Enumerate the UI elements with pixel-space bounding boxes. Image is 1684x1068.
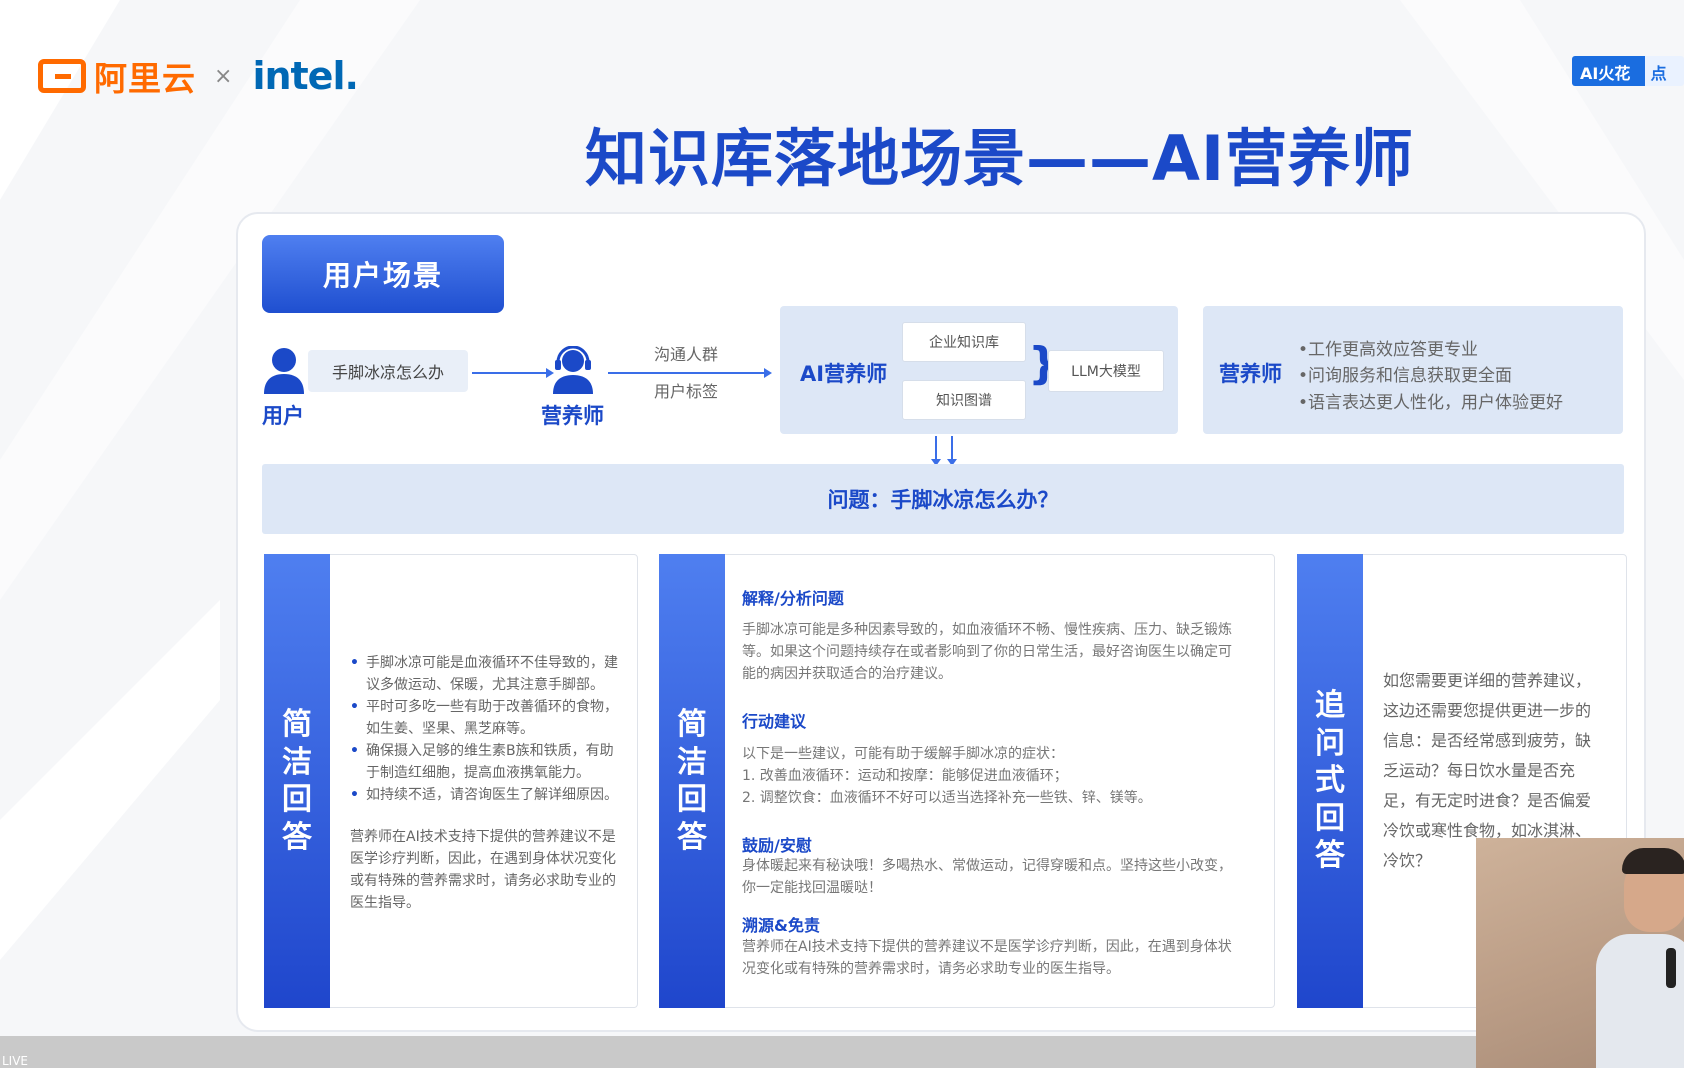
slide-title: 知识库落地场景——AI营养师 — [585, 122, 1415, 195]
aliyun-intel-logo: 阿里云 × intel. — [38, 52, 359, 100]
side-char: 答 — [282, 819, 312, 855]
list-item: 手脚冰凉可能是血液循环不佳导致的，建议多做运动、保暖，尤其注意手脚部。 — [350, 652, 625, 696]
nutritionist-benefits-title: 营养师 — [1219, 362, 1282, 386]
list-item: 如持续不适，请咨询医生了解详细原因。 — [350, 784, 625, 806]
section-body-analysis: 手脚冰凉可能是多种因素导致的，如血液循环不畅、慢性疾病、压力、缺乏锻炼等。如果这… — [742, 622, 1232, 682]
section-body-actions-1: 1. 改善血液循环：运动和按摩：能够促进血液循环； — [742, 768, 1068, 784]
section-body-disclaimer: 营养师在AI技术支持下提供的营养建议不是医学诊疗判断，因此，在遇到身体状况变化或… — [742, 939, 1232, 977]
tag-user-labels: 用户标签 — [654, 382, 719, 401]
arrow-user-to-nutritionist — [472, 368, 554, 378]
enterprise-knowledge-base-box: 企业知识库 — [902, 322, 1026, 362]
section-heading-actions: 行动建议 — [742, 712, 807, 731]
section-heading-encouragement: 鼓励/安慰 — [742, 836, 812, 855]
microphone-icon — [1666, 948, 1676, 988]
benefit-item: •语言表达更人性化，用户体验更好 — [1298, 393, 1564, 413]
question-bar: 问题：手脚冰凉怎么办？ — [262, 464, 1624, 534]
side-char: 洁 — [677, 744, 707, 780]
side-char: 洁 — [282, 744, 312, 780]
side-char: 问 — [1315, 725, 1345, 761]
nutritionist-label: 营养师 — [541, 404, 604, 428]
section-body-actions-intro: 以下是一些建议，可能有助于缓解手脚冰凉的症状： — [742, 746, 1064, 762]
side-char: 回 — [677, 782, 707, 817]
knowledge-graph-box: 知识图谱 — [902, 380, 1026, 420]
aliyun-logo-text: 阿里云 — [94, 59, 196, 98]
badge-right-text: 点亮 — [1644, 56, 1684, 86]
benefit-item: •工作更高效应答更专业 — [1298, 340, 1479, 360]
section-body-actions-2: 2. 调整饮食：血液循环不好可以适当选择补充一些铁、锌、镁等。 — [742, 790, 1152, 806]
side-char: 式 — [1315, 763, 1345, 799]
section-heading-disclaimer: 溯源&免责 — [742, 916, 820, 935]
user-scene-tab: 用户场景 — [262, 235, 504, 313]
section-heading-analysis: 解释/分析问题 — [742, 589, 844, 608]
nutritionist-headset-icon — [553, 346, 593, 394]
ai-nutritionist-title: AI营养师 — [800, 362, 888, 386]
down-arrow-icon — [947, 436, 957, 466]
ai-spark-badge: AI火花会 点亮 — [1572, 56, 1684, 86]
live-indicator: LIVE — [2, 1054, 29, 1068]
side-char: 回 — [1315, 800, 1345, 836]
aliyun-logo-icon — [38, 59, 86, 93]
benefit-item: •问询服务和信息获取更全面 — [1298, 366, 1513, 386]
down-arrow-icon — [931, 436, 941, 466]
user-label: 用户 — [262, 404, 304, 428]
side-char: 简 — [282, 707, 312, 742]
speaker-hair — [1622, 848, 1684, 874]
user-icon — [264, 348, 304, 394]
arrow-nutritionist-to-ai — [608, 368, 772, 378]
concise-answer-bullets: 手脚冰凉可能是血液循环不佳导致的，建议多做运动、保暖，尤其注意手脚部。 平时可多… — [350, 652, 625, 806]
side-char: 答 — [1315, 838, 1345, 874]
answer-side-label-concise-2: 简 洁 回 答 — [659, 554, 725, 1008]
video-progress-bar[interactable] — [0, 1036, 1476, 1068]
list-item: 确保摄入足够的维生素B族和铁质，有助于制造红细胞，提高血液携氧能力。 — [350, 740, 625, 784]
tag-communication-group: 沟通人群 — [654, 345, 719, 364]
answer-side-label-concise-1: 简 洁 回 答 — [264, 554, 330, 1008]
logo-separator: × — [214, 63, 233, 89]
side-char: 追 — [1315, 688, 1345, 724]
concise-answer-disclaimer: 营养师在AI技术支持下提供的营养建议不是医学诊疗判断，因此，在遇到身体状况变化或… — [350, 829, 616, 911]
section-body-encouragement: 身体暖起来有秘诀哦！多喝热水、常做运动，记得穿暖和点。坚持这些小改变，你一定能找… — [742, 858, 1232, 896]
speaker-video-overlay — [1476, 838, 1684, 1068]
answer-side-label-follow-up: 追 问 式 回 答 — [1297, 554, 1363, 1008]
side-char: 简 — [677, 707, 707, 742]
side-char: 回 — [282, 782, 312, 817]
list-item: 平时可多吃一些有助于改善循环的食物，如生姜、坚果、黑芝麻等。 — [350, 696, 625, 740]
user-question-bubble: 手脚冰凉怎么办 — [308, 350, 468, 392]
intel-logo-text: intel. — [252, 54, 358, 98]
side-char: 答 — [677, 819, 707, 855]
llm-model-box: LLM大模型 — [1048, 350, 1164, 392]
badge-left-text: AI火花会 — [1572, 56, 1645, 86]
